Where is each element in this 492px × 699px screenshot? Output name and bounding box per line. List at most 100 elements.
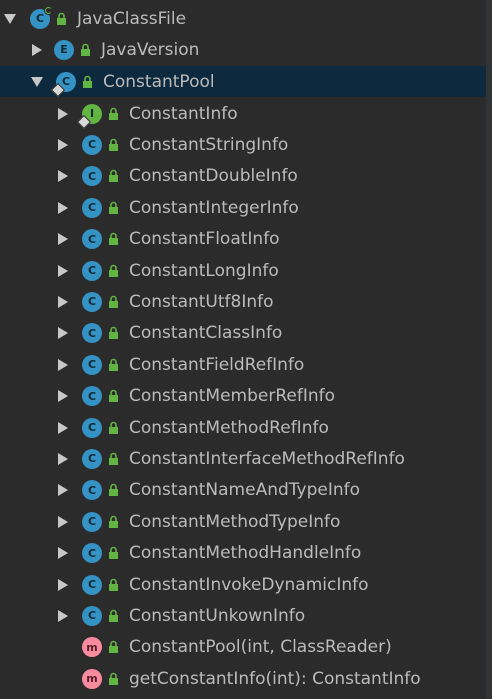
badge-letter: C [87, 169, 97, 183]
badge-letter: C [87, 232, 97, 246]
badge-letter: C [87, 295, 97, 309]
tree-node-label: ConstantNameAndTypeInfo [129, 480, 360, 501]
lock-icon [109, 232, 118, 246]
scrollbar-track[interactable] [486, 0, 492, 699]
lock-icon [109, 389, 118, 403]
badge-letter: m [86, 672, 98, 686]
lock-icon [109, 170, 118, 183]
expand-arrow-down-icon[interactable] [30, 75, 44, 89]
badge-letter: C [87, 138, 97, 152]
class-icon: C [82, 134, 102, 155]
badge-letter: C [87, 358, 97, 372]
class-icon: C [82, 448, 102, 469]
tree-node-constantclassinfo[interactable]: C ConstantClassInfo [0, 318, 486, 349]
lock-icon [109, 515, 118, 528]
tree-node-label: ConstantStringInfo [129, 134, 289, 155]
class-icon: C [82, 417, 102, 438]
tree-node-label: ConstantMethodHandleInfo [129, 543, 362, 564]
tree-node-label: ConstantUtf8Info [129, 291, 274, 312]
tree-node-javaclassfile[interactable]: C JavaClassFile [0, 3, 486, 34]
tree-node-label: JavaClassFile [77, 8, 187, 29]
expand-arrow-right-icon[interactable] [56, 232, 70, 246]
class-icon: C [50, 71, 76, 97]
tree-node-constantinvokedynamicinfo[interactable]: C ConstantInvokeDynamicInfo [0, 569, 486, 600]
expand-arrow-right-icon[interactable] [56, 578, 70, 592]
lock-icon [81, 43, 90, 56]
class-icon: C [82, 354, 102, 375]
class-icon: C [82, 480, 102, 501]
tree-node-label: ConstantMemberRefInfo [129, 386, 336, 407]
class-icon: C [82, 386, 102, 407]
class-icon: C [82, 605, 102, 626]
tree-node-constantlonginfo[interactable]: C ConstantLongInfo [0, 255, 486, 286]
method-icon: m [82, 637, 102, 658]
expand-arrow-down-icon[interactable] [3, 12, 17, 26]
expand-arrow-right-icon[interactable] [56, 201, 70, 215]
expand-arrow-right-icon[interactable] [56, 138, 70, 152]
tree-node-constantfloatinfo[interactable]: C ConstantFloatInfo [0, 224, 486, 255]
tree-node-constantmethodtypeinfo[interactable]: C ConstantMethodTypeInfo [0, 506, 486, 537]
method-icon: m [82, 668, 102, 689]
badge-letter: C [87, 421, 97, 434]
lock-icon [83, 75, 92, 88]
tree-node-constantintegerinfo[interactable]: C ConstantIntegerInfo [0, 192, 486, 223]
tree-node-label: ConstantFieldRefInfo [129, 354, 305, 375]
expand-arrow-right-icon[interactable] [56, 609, 70, 623]
tree-node-label: JavaVersion [101, 39, 200, 60]
class-icon: C [82, 166, 102, 187]
tree-node-method[interactable]: m ConstantPool(int, ClassReader) [0, 632, 486, 663]
tree-node-constantutf8info[interactable]: C ConstantUtf8Info [0, 286, 486, 317]
tree-node-label: ConstantDoubleInfo [129, 166, 298, 187]
tree-node-label: ConstantFloatInfo [129, 229, 280, 250]
tree-node-label: ConstantMethodRefInfo [129, 417, 329, 438]
class-icon: C [82, 323, 102, 344]
expand-arrow-right-icon[interactable] [56, 358, 70, 372]
expand-arrow-right-icon[interactable] [56, 169, 70, 183]
tree-node-label: ConstantIntegerInfo [129, 197, 299, 218]
lock-icon [109, 327, 118, 340]
tree-node-constantinfo[interactable]: I ConstantInfo [0, 98, 486, 129]
class-icon: C [82, 291, 102, 312]
tree-node-javaversion[interactable]: E JavaVersion [0, 34, 486, 65]
tree-node-constantunkowninfo[interactable]: C ConstantUnkownInfo [0, 600, 486, 631]
badge-letter: C [87, 546, 97, 560]
tree-node-label: ConstantInvokeDynamicInfo [129, 574, 369, 595]
badge-letter: C [87, 389, 97, 403]
lock-icon [109, 641, 118, 654]
expand-arrow-right-icon[interactable] [56, 452, 70, 466]
class-icon: C [82, 543, 102, 564]
tree-node-constantpool[interactable]: C ConstantPool [0, 66, 486, 97]
lock-icon [57, 12, 66, 25]
tree-node-constantdoubleinfo[interactable]: C ConstantDoubleInfo [0, 161, 486, 192]
lock-icon [109, 358, 118, 371]
tree-node-constantinterfacemethodrefinfo[interactable]: C ConstantInterfaceMethodRefInfo [0, 443, 486, 474]
class-icon: C [82, 511, 102, 532]
badge-letter: C [87, 483, 97, 497]
tree-node-constantnameandtypeinfo[interactable]: C ConstantNameAndTypeInfo [0, 475, 486, 506]
expand-arrow-right-icon[interactable] [30, 43, 44, 57]
tree-node-constantmethodhandleinfo[interactable]: C ConstantMethodHandleInfo [0, 538, 486, 569]
structure-tree[interactable]: C JavaClassFile E JavaVersion C Constant… [0, 0, 492, 699]
tree-node-constantfieldrefinfo[interactable]: C ConstantFieldRefInfo [0, 349, 486, 380]
expand-arrow-right-icon[interactable] [56, 389, 70, 403]
expand-arrow-right-icon[interactable] [56, 107, 70, 121]
expand-arrow-right-icon[interactable] [56, 295, 70, 309]
tree-node-constantstringinfo[interactable]: C ConstantStringInfo [0, 129, 486, 160]
enum-icon: E [54, 39, 74, 60]
lock-icon [109, 672, 118, 685]
expand-arrow-right-icon[interactable] [56, 264, 70, 278]
lock-icon [109, 452, 118, 465]
lock-icon [109, 578, 118, 591]
expand-arrow-right-icon[interactable] [56, 421, 70, 435]
expand-arrow-right-icon[interactable] [56, 483, 70, 497]
tree-node-constantmethodrefinfo[interactable]: C ConstantMethodRefInfo [0, 412, 486, 443]
lock-icon [109, 546, 118, 560]
tree-node-method[interactable]: m getConstantInfo(int): ConstantInfo [0, 663, 486, 694]
expand-arrow-right-icon[interactable] [56, 515, 70, 529]
expand-arrow-right-icon[interactable] [56, 546, 70, 560]
tree-node-label: ConstantInterfaceMethodRefInfo [129, 448, 405, 469]
tree-node-constantmemberrefinfo[interactable]: C ConstantMemberRefInfo [0, 381, 486, 412]
expand-arrow-right-icon[interactable] [56, 326, 70, 340]
badge-letter: C [87, 326, 97, 340]
class-icon: C [30, 5, 53, 29]
